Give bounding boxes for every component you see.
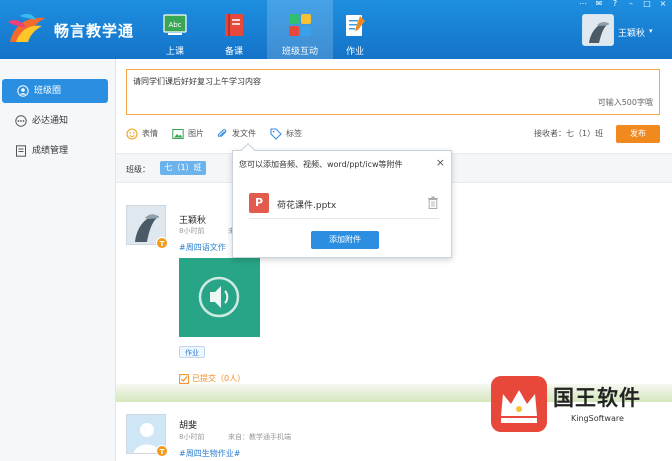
window-controls: ⋯ ✉ ? – □ × [578, 0, 668, 10]
sidebar-item-label: 成绩管理 [32, 146, 69, 156]
user-circle-icon [17, 85, 29, 97]
post-author[interactable]: 胡斐 [179, 418, 197, 431]
tool-label: 图片 [188, 129, 204, 138]
user-avatar[interactable] [582, 14, 614, 46]
post-time: 8小时前 [179, 227, 205, 235]
sidebar: 班级圈 必达通知 成绩管理 [0, 59, 116, 461]
post-time: 8小时前 [179, 433, 205, 441]
watermark-title: 国王软件 [553, 386, 641, 410]
help-icon[interactable]: ? [610, 0, 620, 10]
compose-input[interactable]: 请同学们课后好好复习上午学习内容 [133, 76, 261, 87]
trash-icon[interactable] [427, 196, 439, 209]
submit-status[interactable]: 已提交（0人） [179, 373, 245, 384]
post-source: 来自：教学通手机端 [228, 433, 291, 441]
tab-class[interactable]: Abc 上课 [142, 0, 208, 59]
paperclip-icon [217, 129, 227, 137]
image-button[interactable]: 图片 [172, 127, 204, 141]
attachment-popup: 您可以添加音频、视频、word/ppt/icw等附件 × P 荷花课件.pptx… [232, 142, 452, 258]
emoji-icon [126, 128, 138, 140]
homework-chip[interactable]: 作业 [179, 346, 205, 358]
submit-label: 已提交（0人） [192, 374, 246, 383]
teacher-badge: T [156, 237, 168, 249]
attach-file-button[interactable]: 发文件 [216, 127, 256, 141]
chevron-down-icon[interactable]: ▾ [649, 27, 653, 35]
check-square-icon [179, 374, 189, 384]
tool-label: 标签 [286, 129, 302, 138]
class-filter-label: 班级： [126, 165, 150, 174]
divider [249, 218, 439, 219]
minimize-icon[interactable]: – [626, 0, 636, 10]
popup-title: 您可以添加音频、视频、word/ppt/icw等附件 [239, 160, 403, 169]
user-avatar-image [583, 15, 613, 45]
watermark-subtitle: KingSoftware [571, 414, 624, 423]
menu-icon[interactable]: ⋯ [578, 0, 588, 10]
receiver-label[interactable]: 接收者：七（1）班 [534, 127, 603, 141]
crown-logo-icon [491, 376, 547, 432]
post-tag[interactable]: #周四生物作业# [179, 448, 240, 459]
file-name: 荷花课件.pptx [277, 201, 337, 211]
publish-button[interactable]: 发布 [616, 125, 660, 143]
compose-box[interactable]: 请同学们课后好好复习上午学习内容 可输入500字哦 [126, 69, 660, 115]
app-logo-icon [8, 13, 46, 42]
sidebar-item-label: 班级圈 [34, 86, 62, 96]
class-chip[interactable]: 七（1）班 [160, 161, 206, 175]
maximize-icon[interactable]: □ [642, 0, 652, 10]
ppt-file-icon: P [249, 193, 269, 213]
tool-label: 表情 [142, 129, 158, 138]
post-tag[interactable]: #周四语文作 [179, 242, 226, 253]
notice-icon [15, 115, 27, 127]
homework-pencil-icon [346, 15, 365, 36]
tag-button[interactable]: 标签 [270, 127, 302, 141]
tab-homework[interactable]: 作业 [322, 0, 388, 59]
char-counter: 可输入500字哦 [597, 98, 653, 107]
tool-label: 发文件 [232, 129, 256, 138]
mail-icon[interactable]: ✉ [594, 0, 604, 10]
audio-attachment[interactable] [179, 258, 260, 337]
sidebar-item-grades[interactable]: 成绩管理 [0, 139, 116, 163]
sidebar-item-label: 必达通知 [32, 116, 69, 126]
svg-text:Abc: Abc [168, 21, 181, 29]
emoji-button[interactable]: 表情 [126, 127, 158, 141]
tag-icon [270, 128, 282, 140]
user-name[interactable]: 王颖秋 [618, 26, 645, 39]
audio-speaker-icon [198, 276, 240, 318]
image-icon [172, 129, 184, 139]
tab-label: 上课 [165, 47, 184, 57]
attachment-file-row[interactable]: P 荷花课件.pptx [249, 193, 439, 217]
grade-book-icon [16, 145, 26, 157]
book-icon [225, 14, 243, 36]
post-author[interactable]: 王颖秋 [179, 213, 206, 226]
watermark: 国王软件 KingSoftware [491, 376, 663, 432]
sidebar-item-class-circle[interactable]: 班级圈 [2, 79, 108, 103]
sidebar-item-notices[interactable]: 必达通知 [0, 109, 116, 133]
tab-label: 作业 [345, 47, 364, 57]
tab-prepare[interactable]: 备课 [201, 0, 267, 59]
top-bar: 畅言教学通 Abc 上课 备课 班级互动 作业 ⋯ ✉ ? – □ × 王颖秋 … [0, 0, 672, 59]
close-icon[interactable]: × [436, 156, 445, 169]
teacher-badge: T [156, 445, 168, 457]
app-name: 畅言教学通 [54, 22, 135, 40]
tab-label: 备课 [224, 47, 243, 57]
app-logo: 畅言教学通 [6, 10, 136, 50]
add-attachment-button[interactable]: 添加附件 [311, 231, 379, 249]
interaction-grid-icon [289, 14, 311, 36]
abc-board-icon: Abc [163, 14, 187, 35]
close-icon[interactable]: × [658, 0, 668, 10]
